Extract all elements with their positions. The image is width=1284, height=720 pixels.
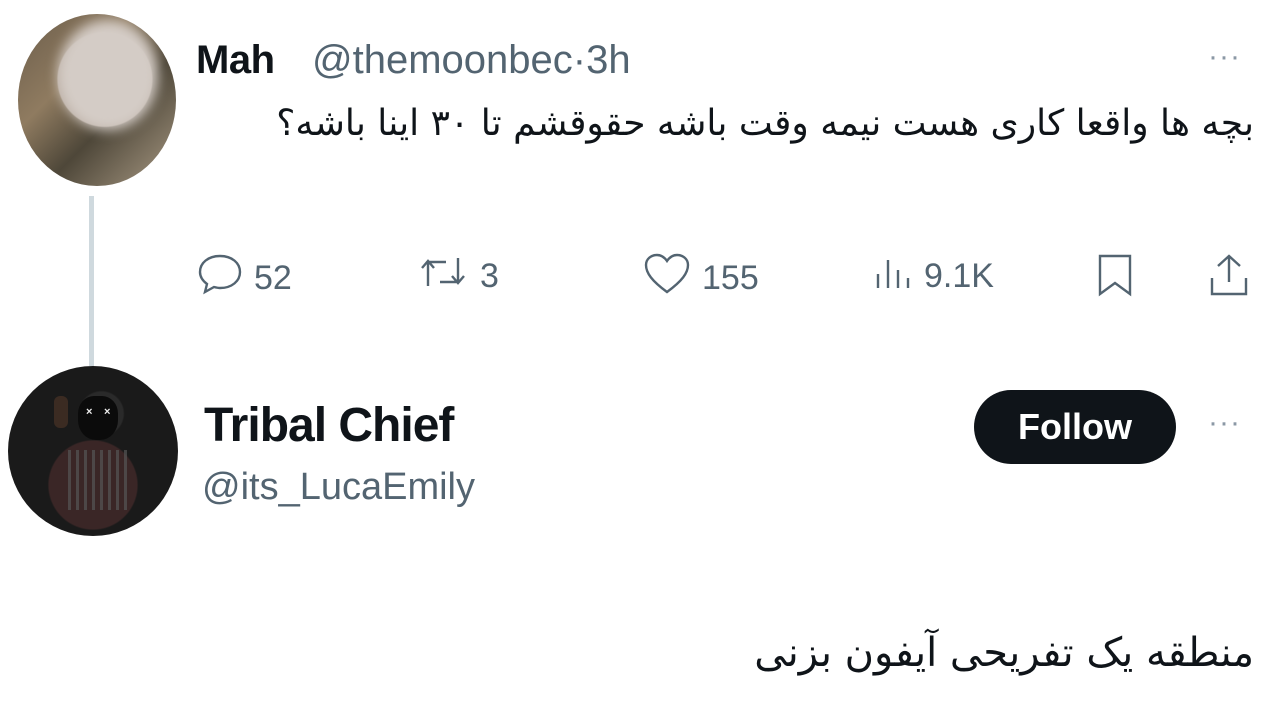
author-name[interactable]: Tribal Chief <box>204 398 454 453</box>
share-button[interactable] <box>1206 252 1252 307</box>
retweet-count: 3 <box>480 257 499 295</box>
views-count: 9.1K <box>924 257 994 295</box>
like-button[interactable]: 155 <box>642 252 759 305</box>
thread-line <box>89 196 94 366</box>
retweet-icon <box>416 252 470 301</box>
like-count: 155 <box>702 259 759 297</box>
reply-button[interactable]: 52 <box>196 252 292 305</box>
avatar[interactable]: × × <box>8 366 178 536</box>
more-icon[interactable]: ··· <box>1208 406 1241 440</box>
retweet-button[interactable]: 3 <box>416 252 499 301</box>
follow-button[interactable]: Follow <box>974 390 1176 464</box>
avatar[interactable] <box>18 14 176 186</box>
timestamp[interactable]: 3h <box>586 38 631 82</box>
separator-dot: · <box>572 38 587 82</box>
author-name[interactable]: Mah <box>196 38 275 83</box>
bookmark-icon <box>1094 252 1136 307</box>
author-handle-time: @themoonbec·3h <box>312 38 631 83</box>
more-icon[interactable]: ··· <box>1208 40 1241 74</box>
author-handle[interactable]: @its_LucaEmily <box>202 466 475 509</box>
views-button[interactable]: 9.1K <box>872 252 994 301</box>
reply-icon <box>196 252 244 305</box>
tweet-text: بچه ها واقعا کاری هست نیمه وقت باشه حقوق… <box>276 103 1254 144</box>
tweet-actions: 52 3 155 9.1K <box>196 252 1256 302</box>
reply-count: 52 <box>254 259 292 297</box>
views-icon <box>872 252 914 301</box>
author-handle[interactable]: @themoonbec <box>312 38 573 82</box>
like-icon <box>642 252 692 305</box>
bookmark-button[interactable] <box>1094 252 1136 307</box>
tweet-text: منطقه یک تفریحی آیفون بزنی <box>754 630 1254 676</box>
share-icon <box>1206 252 1252 307</box>
